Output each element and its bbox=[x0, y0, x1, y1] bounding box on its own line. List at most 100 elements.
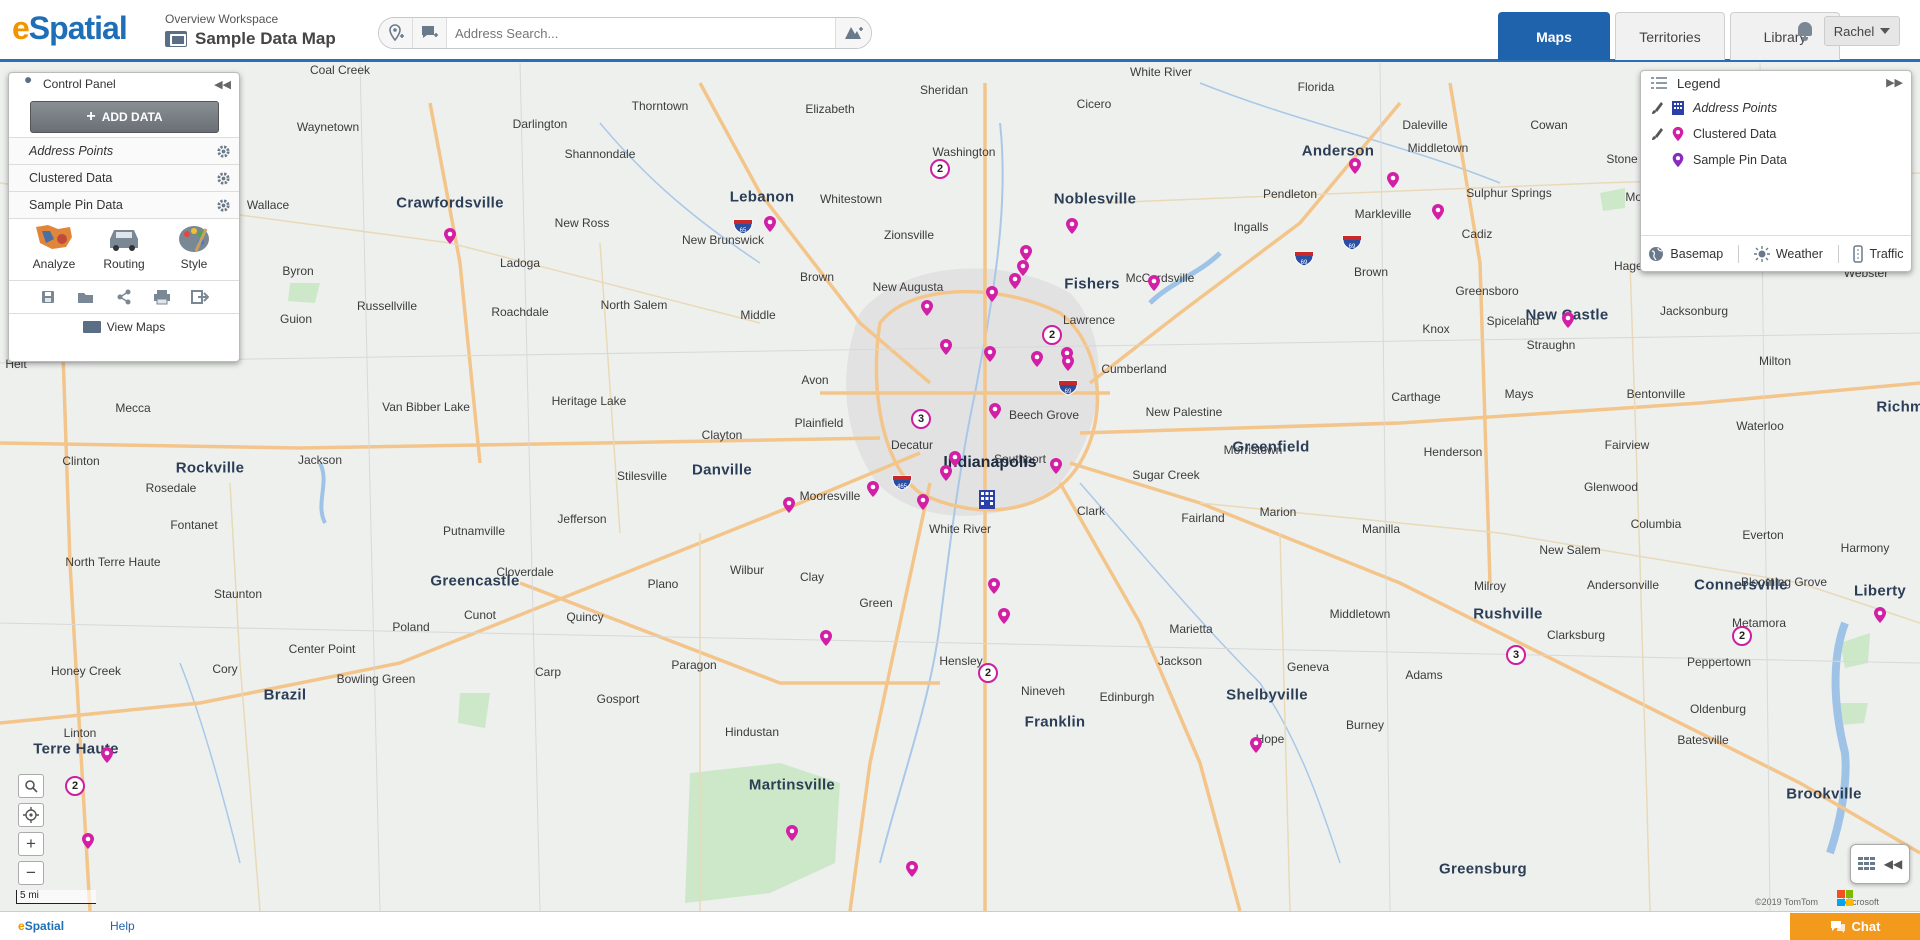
open-folder-icon[interactable] bbox=[76, 287, 96, 307]
svg-text:69: 69 bbox=[1065, 389, 1072, 395]
cluster-marker[interactable]: 2 bbox=[930, 159, 950, 179]
tab-territories[interactable]: Territories bbox=[1615, 12, 1725, 60]
add-comment-icon[interactable] bbox=[413, 18, 447, 48]
espatial-logo[interactable]: eSpatial bbox=[12, 10, 128, 47]
export-icon[interactable] bbox=[190, 287, 210, 307]
basemap-button[interactable]: Basemap bbox=[1648, 246, 1723, 262]
add-map-marker-icon[interactable] bbox=[835, 18, 871, 48]
cluster-marker[interactable]: 2 bbox=[978, 663, 998, 683]
gear-icon[interactable] bbox=[216, 198, 231, 213]
map-pin-icon[interactable] bbox=[905, 860, 919, 878]
interstate-shield-icon: 465 bbox=[892, 475, 912, 491]
tab-maps[interactable]: Maps bbox=[1498, 12, 1610, 60]
map-pin-icon[interactable] bbox=[1147, 274, 1161, 292]
cluster-marker[interactable]: 2 bbox=[1732, 626, 1752, 646]
gear-icon[interactable] bbox=[216, 144, 231, 159]
routing-tool[interactable]: Routing bbox=[94, 221, 154, 280]
map-pin-icon[interactable] bbox=[997, 607, 1011, 625]
map-pin-icon[interactable] bbox=[782, 496, 796, 514]
map-pin-icon[interactable] bbox=[100, 746, 114, 764]
map-pin-icon[interactable] bbox=[1008, 272, 1022, 290]
map-pin-icon[interactable] bbox=[920, 299, 934, 317]
chat-button[interactable]: Chat bbox=[1790, 913, 1920, 940]
city-label: Connersville bbox=[1694, 576, 1788, 594]
place-label: Lawrence bbox=[1062, 313, 1116, 327]
legend-item-sample-pin-data[interactable]: Sample Pin Data bbox=[1641, 147, 1911, 173]
notification-bell-icon[interactable] bbox=[1796, 22, 1814, 42]
tool-buttons: Analyze Routing Style bbox=[9, 218, 239, 280]
place-label: Henderson bbox=[1423, 445, 1483, 459]
place-label: Harmony bbox=[1840, 541, 1890, 555]
locate-icon[interactable] bbox=[18, 803, 44, 827]
address-search-input[interactable] bbox=[447, 18, 835, 48]
place-label: Roachdale bbox=[491, 305, 549, 319]
share-icon[interactable] bbox=[114, 287, 134, 307]
legend-item-address-points[interactable]: Address Points bbox=[1641, 95, 1911, 121]
print-icon[interactable] bbox=[152, 287, 172, 307]
footer-logo[interactable]: eSpatial bbox=[18, 919, 64, 933]
map-pin-icon[interactable] bbox=[1049, 457, 1063, 475]
place-label: Middle bbox=[740, 308, 776, 322]
map-pin-icon[interactable] bbox=[1249, 736, 1263, 754]
style-tool[interactable]: Style bbox=[164, 221, 224, 280]
map-pin-icon[interactable] bbox=[916, 493, 930, 511]
map-pin-icon[interactable] bbox=[988, 402, 1002, 420]
add-data-label: ADD DATA bbox=[101, 110, 163, 124]
map-canvas[interactable]: Coal Creek White River Florida Daleville Tho… bbox=[0, 63, 1920, 911]
map-pin-icon[interactable] bbox=[763, 215, 777, 233]
add-data-button[interactable]: + ADD DATA bbox=[30, 101, 219, 133]
building-icon[interactable] bbox=[977, 488, 997, 510]
map-pin-icon[interactable] bbox=[819, 629, 833, 647]
gear-icon[interactable] bbox=[216, 171, 231, 186]
user-menu-button[interactable]: Rachel bbox=[1824, 16, 1900, 46]
place-label: Shannondale bbox=[564, 147, 636, 161]
map-pin-icon[interactable] bbox=[81, 832, 95, 850]
map-pin-icon[interactable] bbox=[1561, 311, 1575, 329]
analyze-tool[interactable]: Analyze bbox=[24, 221, 84, 280]
weather-button[interactable]: Weather bbox=[1753, 245, 1823, 262]
view-maps-button[interactable]: View Maps bbox=[9, 313, 239, 339]
place-label: Clayton bbox=[701, 428, 743, 442]
layer-address-points[interactable]: Address Points bbox=[9, 137, 239, 164]
save-icon[interactable] bbox=[38, 287, 58, 307]
map-pin-icon[interactable] bbox=[1065, 217, 1079, 235]
zoom-in-button[interactable]: + bbox=[18, 832, 44, 856]
map-pin-icon[interactable] bbox=[1061, 354, 1075, 372]
map-pin-icon[interactable] bbox=[939, 338, 953, 356]
cluster-marker[interactable]: 3 bbox=[911, 409, 931, 429]
zoom-box-icon[interactable] bbox=[18, 774, 44, 798]
cluster-marker[interactable]: 2 bbox=[1042, 325, 1062, 345]
cluster-marker[interactable]: 3 bbox=[1506, 645, 1526, 665]
map-pin-icon[interactable] bbox=[983, 345, 997, 363]
city-label: Martinsville bbox=[748, 776, 836, 794]
map-pin-icon[interactable] bbox=[1348, 157, 1362, 175]
map-pin-icon[interactable] bbox=[1030, 350, 1044, 368]
brush-icon[interactable] bbox=[1651, 127, 1663, 141]
map-pin-icon[interactable] bbox=[1431, 203, 1445, 221]
place-label: Quincy bbox=[566, 610, 604, 624]
map-pin-icon[interactable] bbox=[1386, 171, 1400, 189]
traffic-button[interactable]: Traffic bbox=[1853, 244, 1904, 263]
map-pin-icon[interactable] bbox=[866, 480, 880, 498]
style-label: Style bbox=[180, 257, 208, 271]
expand-legend-icon[interactable]: ▶▶ bbox=[1886, 76, 1903, 89]
place-label: Cicero bbox=[1076, 97, 1112, 111]
place-label: Marion bbox=[1259, 505, 1297, 519]
map-pin-icon[interactable] bbox=[939, 464, 953, 482]
cluster-marker[interactable]: 2 bbox=[65, 776, 85, 796]
help-link[interactable]: Help bbox=[110, 919, 135, 933]
layer-clustered-data[interactable]: Clustered Data bbox=[9, 164, 239, 191]
map-pin-icon[interactable] bbox=[443, 227, 457, 245]
map-pin-icon[interactable] bbox=[1873, 606, 1887, 624]
map-pin-icon[interactable] bbox=[985, 285, 999, 303]
layer-sample-pin-data[interactable]: Sample Pin Data bbox=[9, 191, 239, 218]
collapse-panel-icon[interactable]: ◀◀ bbox=[214, 78, 231, 91]
legend-item-clustered-data[interactable]: Clustered Data bbox=[1641, 121, 1911, 147]
map-pin-icon[interactable] bbox=[785, 824, 799, 842]
brush-icon[interactable] bbox=[1651, 101, 1663, 115]
map-pin-icon[interactable] bbox=[987, 577, 1001, 595]
add-location-pin-icon[interactable] bbox=[379, 18, 413, 48]
zoom-out-button[interactable]: − bbox=[18, 861, 44, 885]
grid-panel-button[interactable]: ◀◀ bbox=[1850, 844, 1910, 884]
map-title-text: Sample Data Map bbox=[195, 29, 336, 48]
